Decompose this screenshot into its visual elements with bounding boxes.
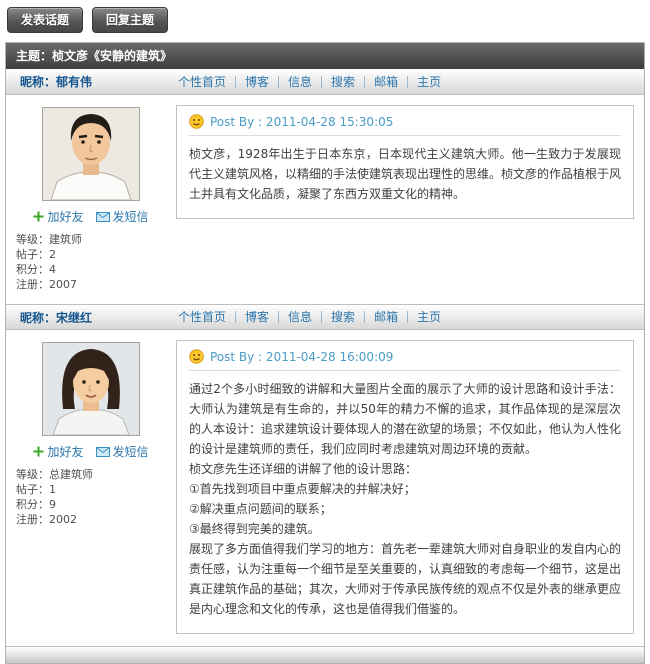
stat-posts: 帖子：2 — [16, 247, 176, 262]
nav-link-homepage[interactable]: 主页 — [407, 76, 450, 88]
user-actions: 加好友 发短信 — [33, 443, 148, 460]
add-friend-label: 加好友 — [47, 443, 83, 460]
post-content-column: Post By : 2011-04-28 16:00:09 通过2个多小时细致的… — [176, 336, 634, 634]
nav-link-homepage[interactable]: 主页 — [407, 311, 450, 323]
send-message-link[interactable]: 发短信 — [96, 443, 149, 460]
user-actions: 加好友 发短信 — [33, 208, 148, 225]
post-meta-line: Post By : 2011-04-28 16:00:09 — [189, 349, 621, 371]
nav-link-search[interactable]: 搜索 — [321, 311, 364, 323]
stat-points: 积分：9 — [16, 497, 176, 512]
plus-icon — [33, 446, 44, 457]
post-meta-line: Post By : 2011-04-28 15:30:05 — [189, 114, 621, 136]
nav-link-info[interactable]: 信息 — [278, 76, 321, 88]
nav-link-info[interactable]: 信息 — [278, 311, 321, 323]
post-content-column: Post By : 2011-04-28 15:30:05 桢文彦，1928年出… — [176, 101, 634, 292]
nav-link-mailbox[interactable]: 邮箱 — [364, 76, 407, 88]
smiley-icon — [189, 114, 204, 129]
post-topic-button[interactable]: 发表话题 — [7, 7, 83, 33]
post-1: 昵称：郁有伟 个性首页 博客 信息 搜索 邮箱 主页 — [6, 69, 644, 304]
post-content-box: Post By : 2011-04-28 16:00:09 通过2个多小时细致的… — [176, 340, 634, 634]
post-text: 通过2个多小时细致的讲解和大量图片全面的展示了大师的设计思路和设计手法：大师认为… — [189, 379, 621, 619]
add-friend-link[interactable]: 加好友 — [33, 208, 83, 225]
nav-link-mailbox[interactable]: 邮箱 — [364, 311, 407, 323]
forum-page: 发表话题 回复主题 主题：桢文彦《安静的建筑》 昵称：郁有伟 个性首页 博客 信… — [0, 0, 650, 664]
plus-icon — [33, 211, 44, 222]
stat-registered: 注册：2002 — [16, 512, 176, 527]
post-header: 昵称：郁有伟 个性首页 博客 信息 搜索 邮箱 主页 — [6, 69, 644, 95]
thread-footer-bar — [6, 646, 644, 663]
nav-link-blog[interactable]: 博客 — [235, 311, 278, 323]
nav-link-profile-home[interactable]: 个性首页 — [176, 76, 235, 88]
user-panel: 加好友 发短信 等级：总建筑师 帖子：1 积分：9 注册：2 — [6, 336, 176, 634]
post-author-nickname: 昵称：宋继红 — [6, 309, 176, 326]
avatar-illustration-male — [43, 108, 139, 200]
toolbar: 发表话题 回复主题 — [7, 7, 645, 33]
post-body: 加好友 发短信 等级：建筑师 帖子：2 积分：4 注册：20 — [6, 95, 644, 304]
reply-topic-button[interactable]: 回复主题 — [92, 7, 168, 33]
user-nav-links: 个性首页 博客 信息 搜索 邮箱 主页 — [176, 76, 450, 88]
stat-level: 等级：总建筑师 — [16, 467, 176, 482]
post-content-box: Post By : 2011-04-28 15:30:05 桢文彦，1928年出… — [176, 105, 634, 219]
nav-link-search[interactable]: 搜索 — [321, 76, 364, 88]
user-nav-links: 个性首页 博客 信息 搜索 邮箱 主页 — [176, 311, 450, 323]
send-message-label: 发短信 — [113, 443, 149, 460]
stat-registered: 注册：2007 — [16, 277, 176, 292]
add-friend-label: 加好友 — [47, 208, 83, 225]
avatar — [42, 107, 140, 201]
user-stats: 等级：建筑师 帖子：2 积分：4 注册：2007 — [6, 225, 176, 292]
post-text: 桢文彦，1928年出生于日本东京，日本现代主义建筑大师。他一生致力于发展现代主义… — [189, 144, 621, 204]
stat-posts: 帖子：1 — [16, 482, 176, 497]
stat-points: 积分：4 — [16, 262, 176, 277]
send-message-link[interactable]: 发短信 — [96, 208, 149, 225]
thread-container: 主题：桢文彦《安静的建筑》 昵称：郁有伟 个性首页 博客 信息 搜索 邮箱 主页 — [5, 42, 645, 664]
nav-link-profile-home[interactable]: 个性首页 — [176, 311, 235, 323]
avatar — [42, 342, 140, 436]
thread-title: 主题：桢文彦《安静的建筑》 — [6, 43, 644, 69]
post-2: 昵称：宋继红 个性首页 博客 信息 搜索 邮箱 主页 — [6, 304, 644, 646]
user-stats: 等级：总建筑师 帖子：1 积分：9 注册：2002 — [6, 460, 176, 527]
post-by-timestamp: Post By : 2011-04-28 15:30:05 — [210, 115, 393, 129]
user-panel: 加好友 发短信 等级：建筑师 帖子：2 积分：4 注册：20 — [6, 101, 176, 292]
stat-level: 等级：建筑师 — [16, 232, 176, 247]
post-author-nickname: 昵称：郁有伟 — [6, 73, 176, 90]
post-header: 昵称：宋继红 个性首页 博客 信息 搜索 邮箱 主页 — [6, 304, 644, 330]
post-by-timestamp: Post By : 2011-04-28 16:00:09 — [210, 350, 393, 364]
send-message-label: 发短信 — [113, 208, 149, 225]
nav-link-blog[interactable]: 博客 — [235, 76, 278, 88]
smiley-icon — [189, 349, 204, 364]
mail-icon — [96, 212, 110, 222]
mail-icon — [96, 447, 110, 457]
avatar-illustration-female — [43, 343, 139, 435]
post-body: 加好友 发短信 等级：总建筑师 帖子：1 积分：9 注册：2 — [6, 330, 644, 646]
add-friend-link[interactable]: 加好友 — [33, 443, 83, 460]
